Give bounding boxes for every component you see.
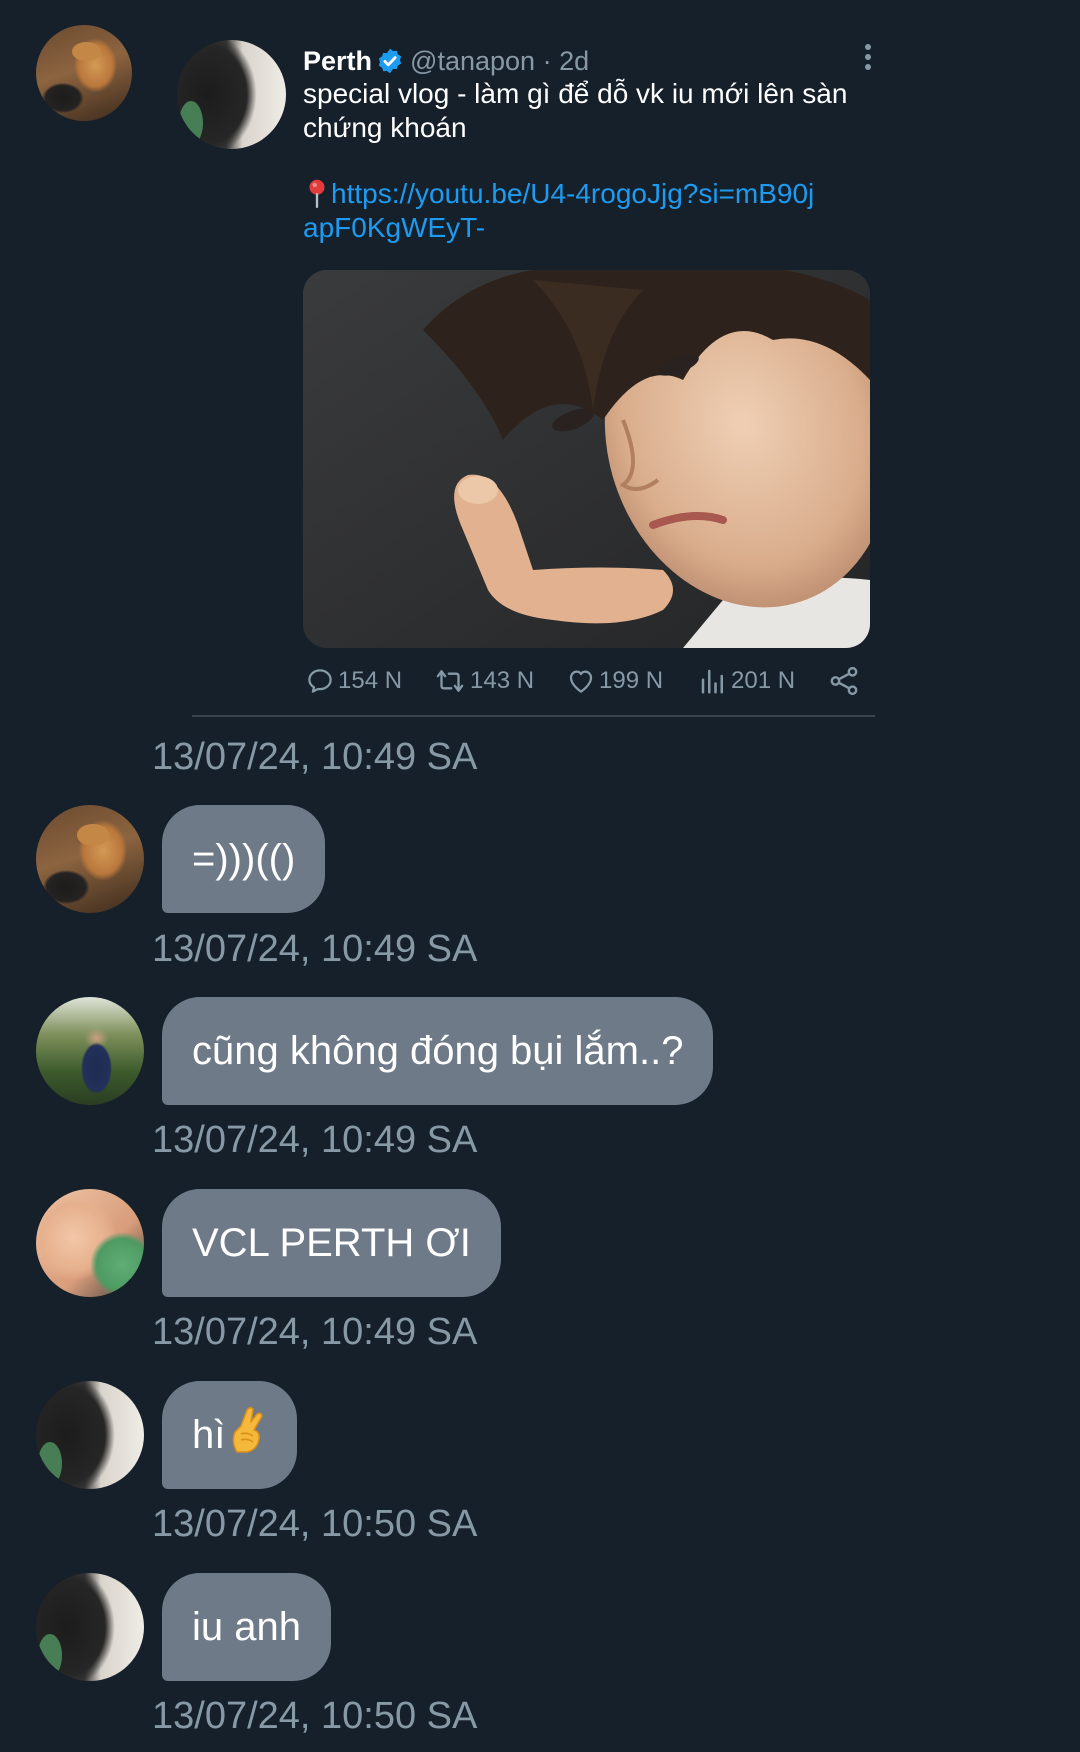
tweet-photo-illustration	[303, 270, 870, 648]
crossed-fingers-emoji	[233, 1406, 264, 1453]
message-bubble[interactable]: hì	[162, 1381, 298, 1489]
tweet-separator: ·	[542, 46, 552, 76]
views-count: 201 N	[731, 667, 796, 694]
tweet-author-name[interactable]: Perth	[303, 46, 372, 76]
round-pushpin-icon	[309, 179, 325, 208]
message-timestamp: 13/07/24, 10:50 SA	[152, 1695, 478, 1737]
tweet-author-handle[interactable]: @tanapon	[410, 46, 535, 76]
share-icon	[830, 666, 858, 696]
message-timestamp: 13/07/24, 10:49 SA	[152, 736, 478, 778]
verified-badge-icon	[378, 48, 402, 74]
reply-icon	[308, 669, 332, 693]
reply-count: 154 N	[338, 667, 403, 694]
sender-avatar[interactable]	[36, 25, 132, 121]
tweet-author-avatar[interactable]	[177, 40, 286, 149]
message-text: cũng không đóng bụi lắm..?	[192, 1029, 684, 1073]
tweet-header: Perth @tanapon · 2d	[303, 43, 589, 79]
heart-icon	[569, 670, 593, 693]
retweet-icon	[436, 670, 464, 692]
tweet-divider	[192, 715, 875, 717]
tweet-text: special vlog - làm gì để dỗ vk iu mới lê…	[303, 78, 848, 143]
tweet-photo[interactable]	[303, 270, 870, 648]
reply-stat[interactable]: 154 N	[305, 663, 402, 699]
sender-avatar[interactable]	[36, 1381, 144, 1489]
message-timestamp: 13/07/24, 10:49 SA	[152, 1311, 478, 1353]
message-text: hì	[192, 1413, 226, 1457]
message-timestamp: 13/07/24, 10:49 SA	[152, 1119, 478, 1161]
sender-avatar[interactable]	[36, 1189, 144, 1297]
sender-avatar[interactable]	[36, 997, 144, 1105]
message-bubble[interactable]: VCL PERTH ƠI	[162, 1189, 501, 1297]
sender-avatar[interactable]	[36, 1573, 144, 1681]
message-text: =)))(()	[192, 837, 296, 881]
tweet-stats: 154 N 143 N 199 N 201 N	[303, 663, 883, 699]
message-bubble[interactable]: cũng không đóng bụi lắm..?	[162, 997, 714, 1105]
views-stat[interactable]: 201 N	[698, 663, 795, 699]
message-text: VCL PERTH ƠI	[192, 1221, 471, 1265]
retweet-count: 143 N	[470, 667, 535, 694]
views-bar-chart-icon	[701, 669, 723, 694]
share-button[interactable]	[827, 663, 864, 699]
message-timestamp: 13/07/24, 10:49 SA	[152, 928, 478, 970]
sender-avatar[interactable]	[36, 805, 144, 913]
like-stat[interactable]: 199 N	[566, 663, 663, 699]
message-bubble[interactable]: iu anh	[162, 1573, 331, 1681]
message-timestamp: 13/07/24, 10:50 SA	[152, 1503, 478, 1545]
tweet-link[interactable]: https://youtu.be/U4-4rogoJjg?si=mB90japF…	[303, 178, 814, 243]
message-text: iu anh	[192, 1605, 301, 1649]
message-bubble[interactable]: =)))(()	[162, 805, 326, 913]
tweet-link-line: https://youtu.be/U4-4rogoJjg?si=mB90japF…	[303, 177, 823, 245]
tweet-time: 2d	[559, 46, 590, 76]
retweet-stat[interactable]: 143 N	[433, 663, 534, 699]
more-vertical-icon[interactable]	[862, 44, 874, 74]
like-count: 199 N	[599, 667, 664, 694]
